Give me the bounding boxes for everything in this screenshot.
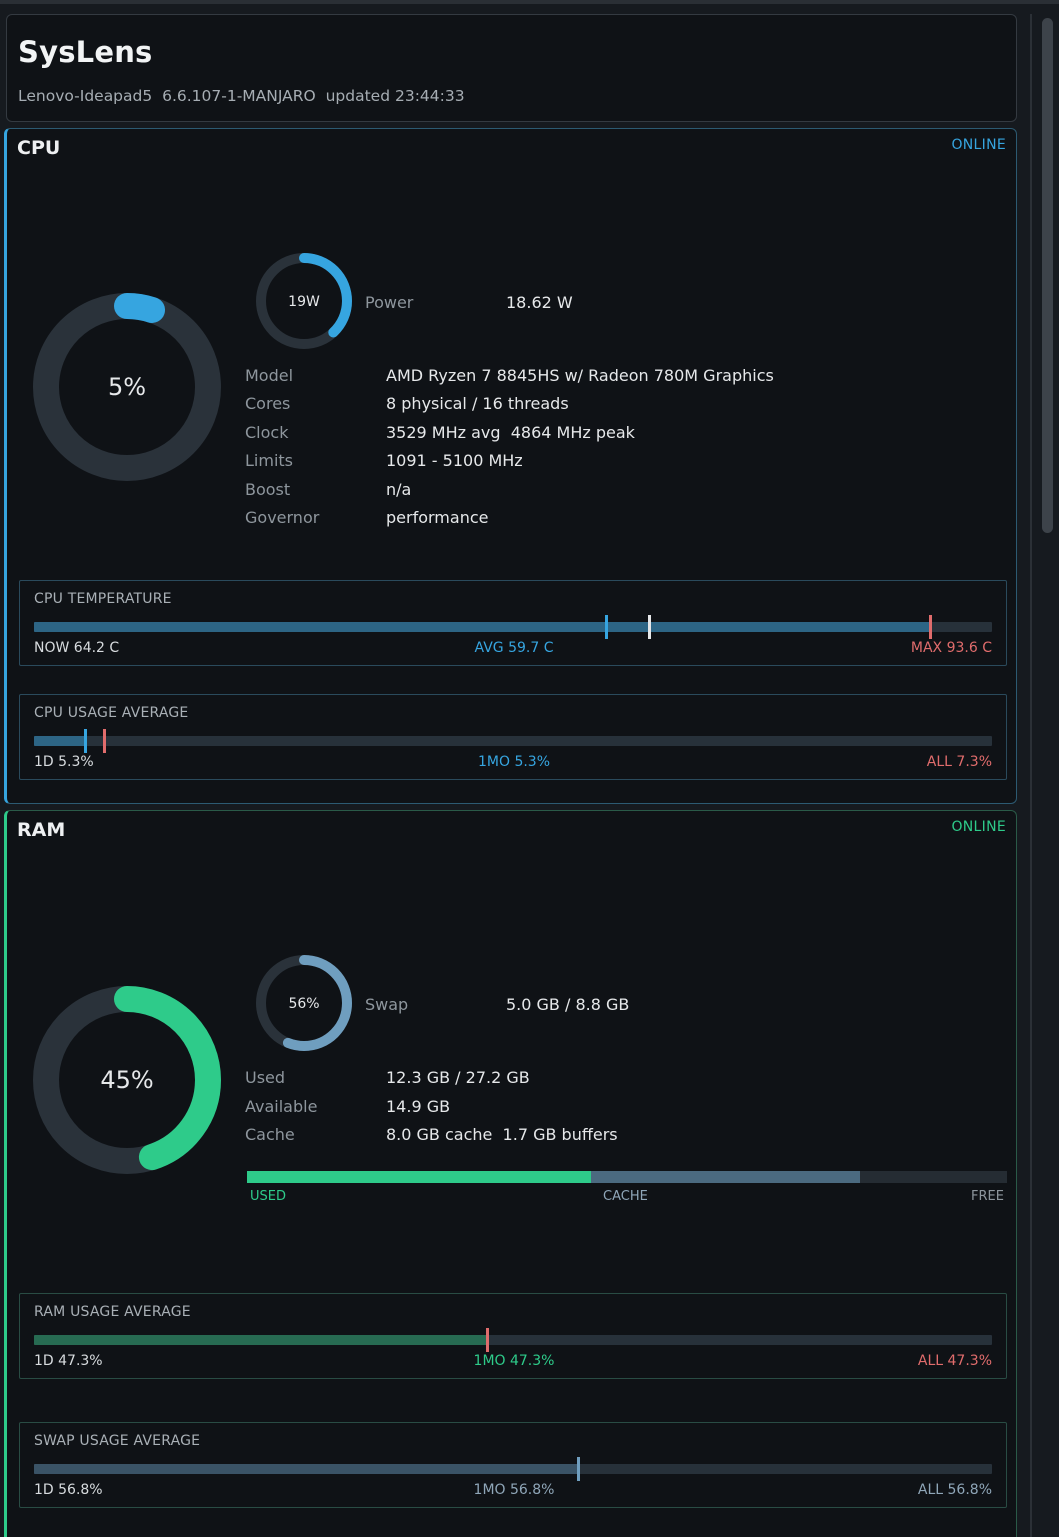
cpu-usage-average-title: CPU USAGE AVERAGE	[34, 705, 189, 721]
swap-usage-average-fill	[34, 1464, 579, 1474]
scrollbar-thumb[interactable]	[1042, 18, 1053, 533]
swap-ring: 56%	[256, 955, 352, 1051]
governor-value: performance	[386, 508, 489, 527]
temperature-avg: AVG 59.7 C	[474, 640, 554, 656]
swap-usage-average-marker	[577, 1457, 581, 1481]
governor-label: Governor	[245, 508, 320, 527]
composition-cache-label: CACHE	[603, 1189, 648, 1204]
temperature-max: MAX 93.6 C	[910, 640, 992, 656]
ram-usage-average-title: RAM USAGE AVERAGE	[34, 1304, 191, 1320]
swap-value: 5.0 GB / 8.8 GB	[506, 995, 630, 1014]
memory-cache-segment	[591, 1171, 861, 1183]
ram-usage-average-fill	[34, 1335, 488, 1345]
temperature-now-marker	[648, 615, 652, 639]
scrollbar-track[interactable]	[1030, 14, 1032, 1537]
cores-label: Cores	[245, 394, 291, 413]
limits-value: 1091 - 5100 MHz	[386, 451, 523, 470]
cpu-power-ring: 19W	[256, 253, 352, 349]
ram-usage-ring: 45%	[33, 986, 221, 1174]
swap-usage-average-title: SWAP USAGE AVERAGE	[34, 1433, 201, 1449]
memory-composition-bar	[247, 1171, 1007, 1183]
ram-usage-average-marker	[486, 1328, 490, 1352]
clock-label: Clock	[245, 423, 289, 442]
composition-free-label: FREE	[971, 1189, 1004, 1204]
swap-usage-all: ALL 56.8%	[917, 1482, 992, 1498]
used-value: 12.3 GB / 27.2 GB	[386, 1068, 530, 1087]
model-value: AMD Ryzen 7 8845HS w/ Radeon 780M Graphi…	[386, 366, 774, 385]
ram-usage-value: 45%	[100, 1066, 153, 1094]
ram-usage-1mo: 1MO 47.3%	[473, 1353, 555, 1369]
swap-ring-value: 56%	[288, 996, 319, 1012]
ram-usage-all: ALL 47.3%	[917, 1353, 992, 1369]
cpu-usage-1mo: 1MO 5.3%	[477, 754, 551, 770]
swap-usage-average-panel: SWAP USAGE AVERAGE 1D 56.8% 1MO 56.8% AL…	[19, 1422, 1007, 1508]
cpu-power-ring-value: 19W	[288, 294, 320, 310]
cpu-usage-average-fill	[34, 736, 85, 746]
boost-value: n/a	[386, 480, 412, 499]
cpu-temperature-bar	[34, 615, 992, 639]
app-title: SysLens	[18, 35, 153, 69]
cpu-usage-all: ALL 7.3%	[926, 754, 992, 770]
temperature-avg-marker	[604, 615, 608, 639]
cpu-usage-1mo-marker	[83, 729, 87, 753]
cpu-usage-all-marker	[102, 729, 106, 753]
model-label: Model	[245, 366, 294, 385]
power-label: Power	[365, 293, 414, 312]
cpu-temperature-title: CPU TEMPERATURE	[34, 591, 172, 607]
cpu-usage-average-bar	[34, 729, 992, 753]
temperature-max-marker	[928, 615, 932, 639]
available-value: 14.9 GB	[386, 1097, 451, 1116]
cpu-usage-ring: 5%	[33, 293, 221, 481]
ram-section: RAM ONLINE 45% 56% Swap 5.0 GB / 8.8 GB …	[4, 810, 1017, 1537]
host-info: Lenovo-Ideapad5 6.6.107-1-MANJARO update…	[18, 87, 465, 105]
ram-usage-average-bar	[34, 1328, 992, 1352]
cpu-status-badge: ONLINE	[951, 137, 1006, 153]
cpu-section: CPU ONLINE 5% 19W Power 18.62 W Model AM…	[4, 128, 1017, 804]
swap-usage-1mo: 1MO 56.8%	[473, 1482, 555, 1498]
clock-value: 3529 MHz avg 4864 MHz peak	[386, 423, 635, 442]
ram-section-title: RAM	[17, 819, 66, 841]
cpu-usage-value: 5%	[108, 373, 146, 401]
cpu-temperature-fill	[34, 622, 930, 632]
cpu-temperature-panel: CPU TEMPERATURE NOW 64.2 C AVG 59.7 C MA…	[19, 580, 1007, 666]
boost-label: Boost	[245, 480, 291, 499]
composition-used-label: USED	[250, 1189, 286, 1204]
memory-used-segment	[247, 1171, 592, 1183]
cores-value: 8 physical / 16 threads	[386, 394, 569, 413]
power-value: 18.62 W	[506, 293, 573, 312]
app-header: SysLens Lenovo-Ideapad5 6.6.107-1-MANJAR…	[6, 14, 1017, 122]
cache-label: Cache	[245, 1125, 295, 1144]
available-label: Available	[245, 1097, 318, 1116]
limits-label: Limits	[245, 451, 293, 470]
swap-usage-average-bar	[34, 1457, 992, 1481]
swap-label: Swap	[365, 995, 409, 1014]
used-label: Used	[245, 1068, 286, 1087]
ram-usage-average-panel: RAM USAGE AVERAGE 1D 47.3% 1MO 47.3% ALL…	[19, 1293, 1007, 1379]
cache-value: 8.0 GB cache 1.7 GB buffers	[386, 1125, 618, 1144]
window-top-border	[0, 0, 1059, 4]
ram-status-badge: ONLINE	[951, 819, 1006, 835]
cpu-usage-average-panel: CPU USAGE AVERAGE 1D 5.3% 1MO 5.3% ALL 7…	[19, 694, 1007, 780]
cpu-section-title: CPU	[17, 137, 61, 159]
